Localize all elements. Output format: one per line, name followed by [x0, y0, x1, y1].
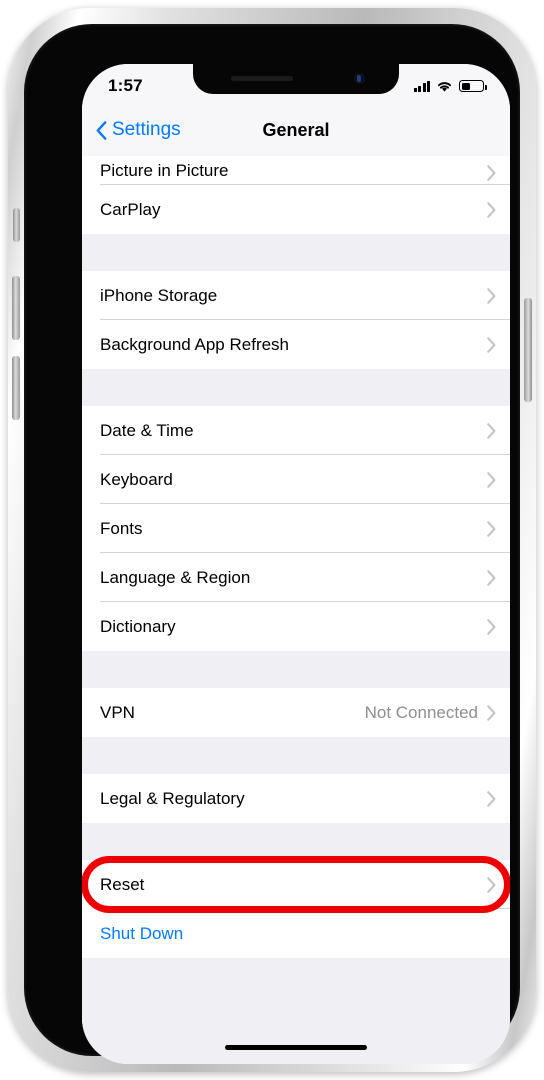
earpiece-speaker-icon: [231, 76, 293, 81]
section-gap: [82, 369, 510, 406]
wifi-icon: [437, 81, 452, 92]
notch: [193, 64, 399, 94]
section-gap: [82, 234, 510, 271]
back-button-label: Settings: [112, 119, 181, 140]
settings-row-keyboard[interactable]: Keyboard: [82, 455, 510, 504]
settings-group: Date & Time Keyboard Fonts Language & Regio…: [82, 406, 510, 651]
settings-row-dictionary[interactable]: Dictionary: [82, 602, 510, 651]
settings-row-background-app-refresh[interactable]: Background App Refresh: [82, 320, 510, 369]
settings-row-label: Reset: [100, 874, 145, 894]
status-bar-clock: 1:57: [108, 76, 143, 95]
chevron-right-icon: [487, 876, 496, 893]
settings-row-reset[interactable]: Reset: [82, 860, 510, 909]
settings-row-value: Not Connected: [364, 702, 478, 722]
chevron-right-icon: [487, 520, 496, 537]
settings-row-date-time[interactable]: Date & Time: [82, 406, 510, 455]
cellular-bars-icon: [413, 80, 430, 92]
settings-row-label: iPhone Storage: [100, 285, 218, 305]
navigation-bar: Settings General: [82, 104, 510, 156]
settings-row-iphone-storage[interactable]: iPhone Storage: [82, 271, 510, 320]
chevron-right-icon: [487, 287, 496, 304]
volume-up-button[interactable]: [12, 276, 20, 340]
section-gap: [82, 651, 510, 688]
settings-row-label: Dictionary: [100, 616, 176, 636]
settings-row-vpn[interactable]: VPN Not Connected: [82, 688, 510, 737]
chevron-right-icon: [487, 201, 496, 218]
iphone-device-frame: 1:57 Settings General Picture in Picture…: [8, 8, 536, 1072]
settings-row-label: Keyboard: [100, 469, 173, 489]
chevron-right-icon: [487, 422, 496, 439]
chevron-right-icon: [487, 569, 496, 586]
settings-row-label: Legal & Regulatory: [100, 788, 245, 808]
power-button[interactable]: [524, 298, 532, 402]
section-gap: [82, 823, 510, 860]
mute-switch[interactable]: [13, 208, 20, 242]
settings-group: Picture in Picture CarPlay: [82, 156, 510, 234]
settings-list[interactable]: Picture in Picture CarPlay iPhone Storage B…: [82, 156, 510, 1064]
device-bezel: 1:57 Settings General Picture in Picture…: [24, 24, 520, 1064]
settings-row-label: Fonts: [100, 518, 143, 538]
settings-row-language-region[interactable]: Language & Region: [82, 553, 510, 602]
settings-row-label: VPN: [100, 702, 135, 722]
phone-screen: 1:57 Settings General Picture in Picture…: [82, 64, 510, 1064]
home-indicator-bar[interactable]: [225, 1045, 367, 1050]
settings-row-label: Date & Time: [100, 420, 194, 440]
settings-row-legal-regulatory[interactable]: Legal & Regulatory: [82, 774, 510, 823]
settings-row-fonts[interactable]: Fonts: [82, 504, 510, 553]
settings-row-label: Picture in Picture: [100, 161, 229, 180]
chevron-left-icon: [96, 120, 107, 140]
chevron-right-icon: [487, 790, 496, 807]
settings-row-label: CarPlay: [100, 199, 161, 219]
settings-group: Reset Shut Down: [82, 860, 510, 958]
settings-row-label: Language & Region: [100, 567, 251, 587]
settings-row-label: Shut Down: [100, 923, 184, 943]
settings-group: iPhone Storage Background App Refresh: [82, 271, 510, 369]
battery-icon: [459, 80, 487, 92]
chevron-right-icon: [487, 336, 496, 353]
volume-down-button[interactable]: [12, 356, 20, 420]
settings-group: Legal & Regulatory: [82, 774, 510, 823]
section-gap: [82, 737, 510, 774]
chevron-right-icon: [487, 618, 496, 635]
settings-row-label: Background App Refresh: [100, 334, 290, 354]
chevron-right-icon: [487, 165, 496, 181]
settings-group: VPN Not Connected: [82, 688, 510, 737]
settings-row-carplay[interactable]: CarPlay: [82, 185, 510, 234]
chevron-right-icon: [487, 704, 496, 721]
status-bar-indicators: [413, 80, 487, 93]
front-camera-icon: [354, 73, 365, 84]
back-button[interactable]: Settings: [82, 119, 181, 141]
settings-row-picture-in-picture[interactable]: Picture in Picture: [82, 156, 510, 185]
settings-row-shut-down[interactable]: Shut Down: [82, 909, 510, 958]
chevron-right-icon: [487, 471, 496, 488]
